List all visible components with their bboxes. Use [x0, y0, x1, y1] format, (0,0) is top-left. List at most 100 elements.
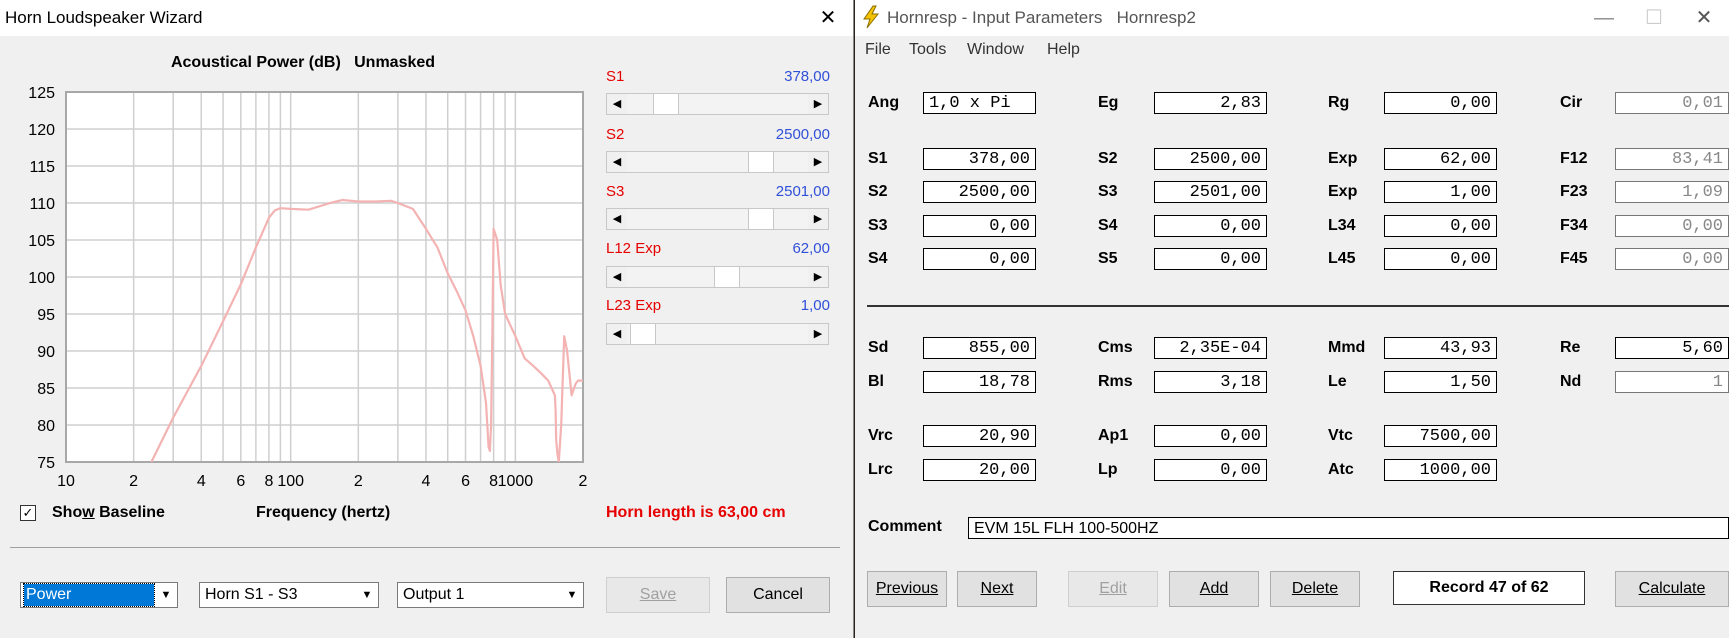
x-tick-label: 6 — [236, 473, 245, 490]
slider-right-arrow-icon[interactable]: ▶ — [808, 152, 828, 172]
param-field-rg[interactable]: 0,00 — [1384, 92, 1497, 114]
slider-right-arrow-icon[interactable]: ▶ — [808, 324, 828, 344]
chevron-down-icon[interactable]: ▼ — [155, 583, 177, 607]
wizard-titlebar: Horn Loudspeaker Wizard ✕ — [0, 0, 853, 36]
next-button[interactable]: Next — [957, 571, 1037, 607]
output-type-combo[interactable]: Power ▼ — [20, 582, 178, 608]
param-field-lp[interactable]: 0,00 — [1154, 459, 1267, 481]
slider-thumb[interactable] — [630, 323, 657, 345]
param-field-f45: 0,00 — [1615, 248, 1729, 270]
param-field-s1[interactable]: 378,00 — [923, 148, 1036, 170]
param-field-cms[interactable]: 2,35E-04 — [1154, 337, 1267, 359]
slider-s2[interactable]: ◀ ▶ — [606, 151, 829, 173]
x-tick-label: 6 — [461, 473, 470, 490]
param-field-s5[interactable]: 0,00 — [1154, 248, 1267, 270]
chart-title: Acoustical Power (dB) Unmasked — [170, 54, 436, 71]
menu-tools[interactable]: Tools — [909, 41, 946, 59]
slider-left-arrow-icon[interactable]: ◀ — [607, 94, 627, 114]
slider-left-arrow-icon[interactable]: ◀ — [607, 267, 627, 287]
slider-l23-exp[interactable]: ◀ ▶ — [606, 323, 829, 345]
slider-left-arrow-icon[interactable]: ◀ — [607, 152, 627, 172]
chevron-down-icon[interactable]: ▼ — [561, 583, 583, 607]
param-label-ang: Ang — [868, 94, 900, 111]
param-field-ap1[interactable]: 0,00 — [1154, 425, 1267, 447]
param-label-le: Le — [1328, 373, 1347, 390]
param-field-exp[interactable]: 62,00 — [1384, 148, 1497, 170]
wizard-close-icon[interactable]: ✕ — [803, 0, 853, 36]
calculate-button[interactable]: Calculate — [1615, 571, 1729, 607]
param-field-sd[interactable]: 855,00 — [923, 337, 1036, 359]
menu-window[interactable]: Window — [967, 41, 1024, 59]
param-field-vrc[interactable]: 20,90 — [923, 425, 1036, 447]
slider-thumb[interactable] — [747, 151, 774, 173]
show-baseline-text-a: Sho — [52, 504, 83, 521]
minimize-icon[interactable]: — — [1579, 0, 1629, 36]
param-field-l34[interactable]: 0,00 — [1384, 215, 1497, 237]
param-field-atc[interactable]: 1000,00 — [1384, 459, 1497, 481]
x-tick-label: 2 — [579, 473, 588, 490]
menu-help[interactable]: Help — [1047, 41, 1080, 59]
slider-left-arrow-icon[interactable]: ◀ — [607, 324, 627, 344]
hornresp-title: Hornresp - Input Parameters Hornresp2 — [887, 8, 1196, 27]
slider-right-arrow-icon[interactable]: ▶ — [808, 209, 828, 229]
param-label-exp: Exp — [1328, 183, 1358, 200]
param-field-ang[interactable]: 1,0 x Pi — [923, 92, 1036, 114]
param-field-re[interactable]: 5,60 — [1615, 337, 1729, 359]
x-tick-label: 10 — [57, 473, 75, 490]
show-baseline-label[interactable]: Show Baseline — [52, 504, 165, 522]
param-field-s2[interactable]: 2500,00 — [923, 181, 1036, 203]
maximize-icon[interactable]: ☐ — [1629, 0, 1679, 36]
slider-left-arrow-icon[interactable]: ◀ — [607, 209, 627, 229]
slider-thumb[interactable] — [713, 266, 740, 288]
horn-segment-combo[interactable]: Horn S1 - S3 ▼ — [199, 582, 379, 608]
show-baseline-checkbox[interactable]: ✓ — [20, 505, 36, 521]
param-field-mmd[interactable]: 43,93 — [1384, 337, 1497, 359]
cancel-button[interactable]: Cancel — [726, 577, 830, 613]
slider-s1[interactable]: ◀ ▶ — [606, 93, 829, 115]
param-field-f34: 0,00 — [1615, 215, 1729, 237]
slider-right-arrow-icon[interactable]: ▶ — [808, 94, 828, 114]
param-field-s4[interactable]: 0,00 — [923, 248, 1036, 270]
param-label-lp: Lp — [1098, 461, 1118, 478]
param-label-sd: Sd — [868, 339, 889, 356]
x-tick-label: 2 — [354, 473, 363, 490]
param-field-rms[interactable]: 3,18 — [1154, 371, 1267, 393]
param-field-bl[interactable]: 18,78 — [923, 371, 1036, 393]
slider-s3[interactable]: ◀ ▶ — [606, 208, 829, 230]
comment-field[interactable]: EVM 15L FLH 100-500HZ — [968, 517, 1729, 539]
slider-thumb[interactable] — [653, 93, 680, 115]
edit-button[interactable]: Edit — [1068, 571, 1158, 607]
param-field-vtc[interactable]: 7500,00 — [1384, 425, 1497, 447]
param-field-lrc[interactable]: 20,00 — [923, 459, 1036, 481]
param-field-s4[interactable]: 0,00 — [1154, 215, 1267, 237]
slider-l12-exp[interactable]: ◀ ▶ — [606, 266, 829, 288]
param-label-s2: S2 — [1098, 150, 1118, 167]
output-number-combo[interactable]: Output 1 ▼ — [397, 582, 584, 608]
chevron-down-icon[interactable]: ▼ — [356, 583, 378, 607]
param-field-s3[interactable]: 2501,00 — [1154, 181, 1267, 203]
slider-s3-value: 2501,00 — [775, 183, 830, 200]
save-button[interactable]: Save — [606, 577, 710, 613]
previous-button[interactable]: Previous — [867, 571, 947, 607]
y-tick-label: 125 — [28, 85, 55, 102]
menu-file[interactable]: File — [865, 41, 891, 59]
param-field-exp[interactable]: 1,00 — [1384, 181, 1497, 203]
param-field-s3[interactable]: 0,00 — [923, 215, 1036, 237]
param-label-s4: S4 — [868, 250, 888, 267]
slider-thumb[interactable] — [747, 208, 774, 230]
slider-right-arrow-icon[interactable]: ▶ — [808, 267, 828, 287]
param-label-cir: Cir — [1560, 94, 1583, 111]
close-icon[interactable]: ✕ — [1679, 0, 1729, 36]
param-field-l45[interactable]: 0,00 — [1384, 248, 1497, 270]
param-field-s2[interactable]: 2500,00 — [1154, 148, 1267, 170]
param-field-le[interactable]: 1,50 — [1384, 371, 1497, 393]
y-tick-label: 95 — [37, 307, 55, 324]
param-field-eg[interactable]: 2,83 — [1154, 92, 1267, 114]
add-button[interactable]: Add — [1169, 571, 1259, 607]
slider-s1-value: 378,00 — [784, 68, 830, 85]
param-label-f34: F34 — [1560, 217, 1588, 234]
hornresp-window: Hornresp - Input Parameters Hornresp2 — … — [855, 0, 1729, 638]
x-tick-label: 100 — [277, 473, 304, 490]
param-label-ap1: Ap1 — [1098, 427, 1129, 444]
delete-button[interactable]: Delete — [1270, 571, 1360, 607]
